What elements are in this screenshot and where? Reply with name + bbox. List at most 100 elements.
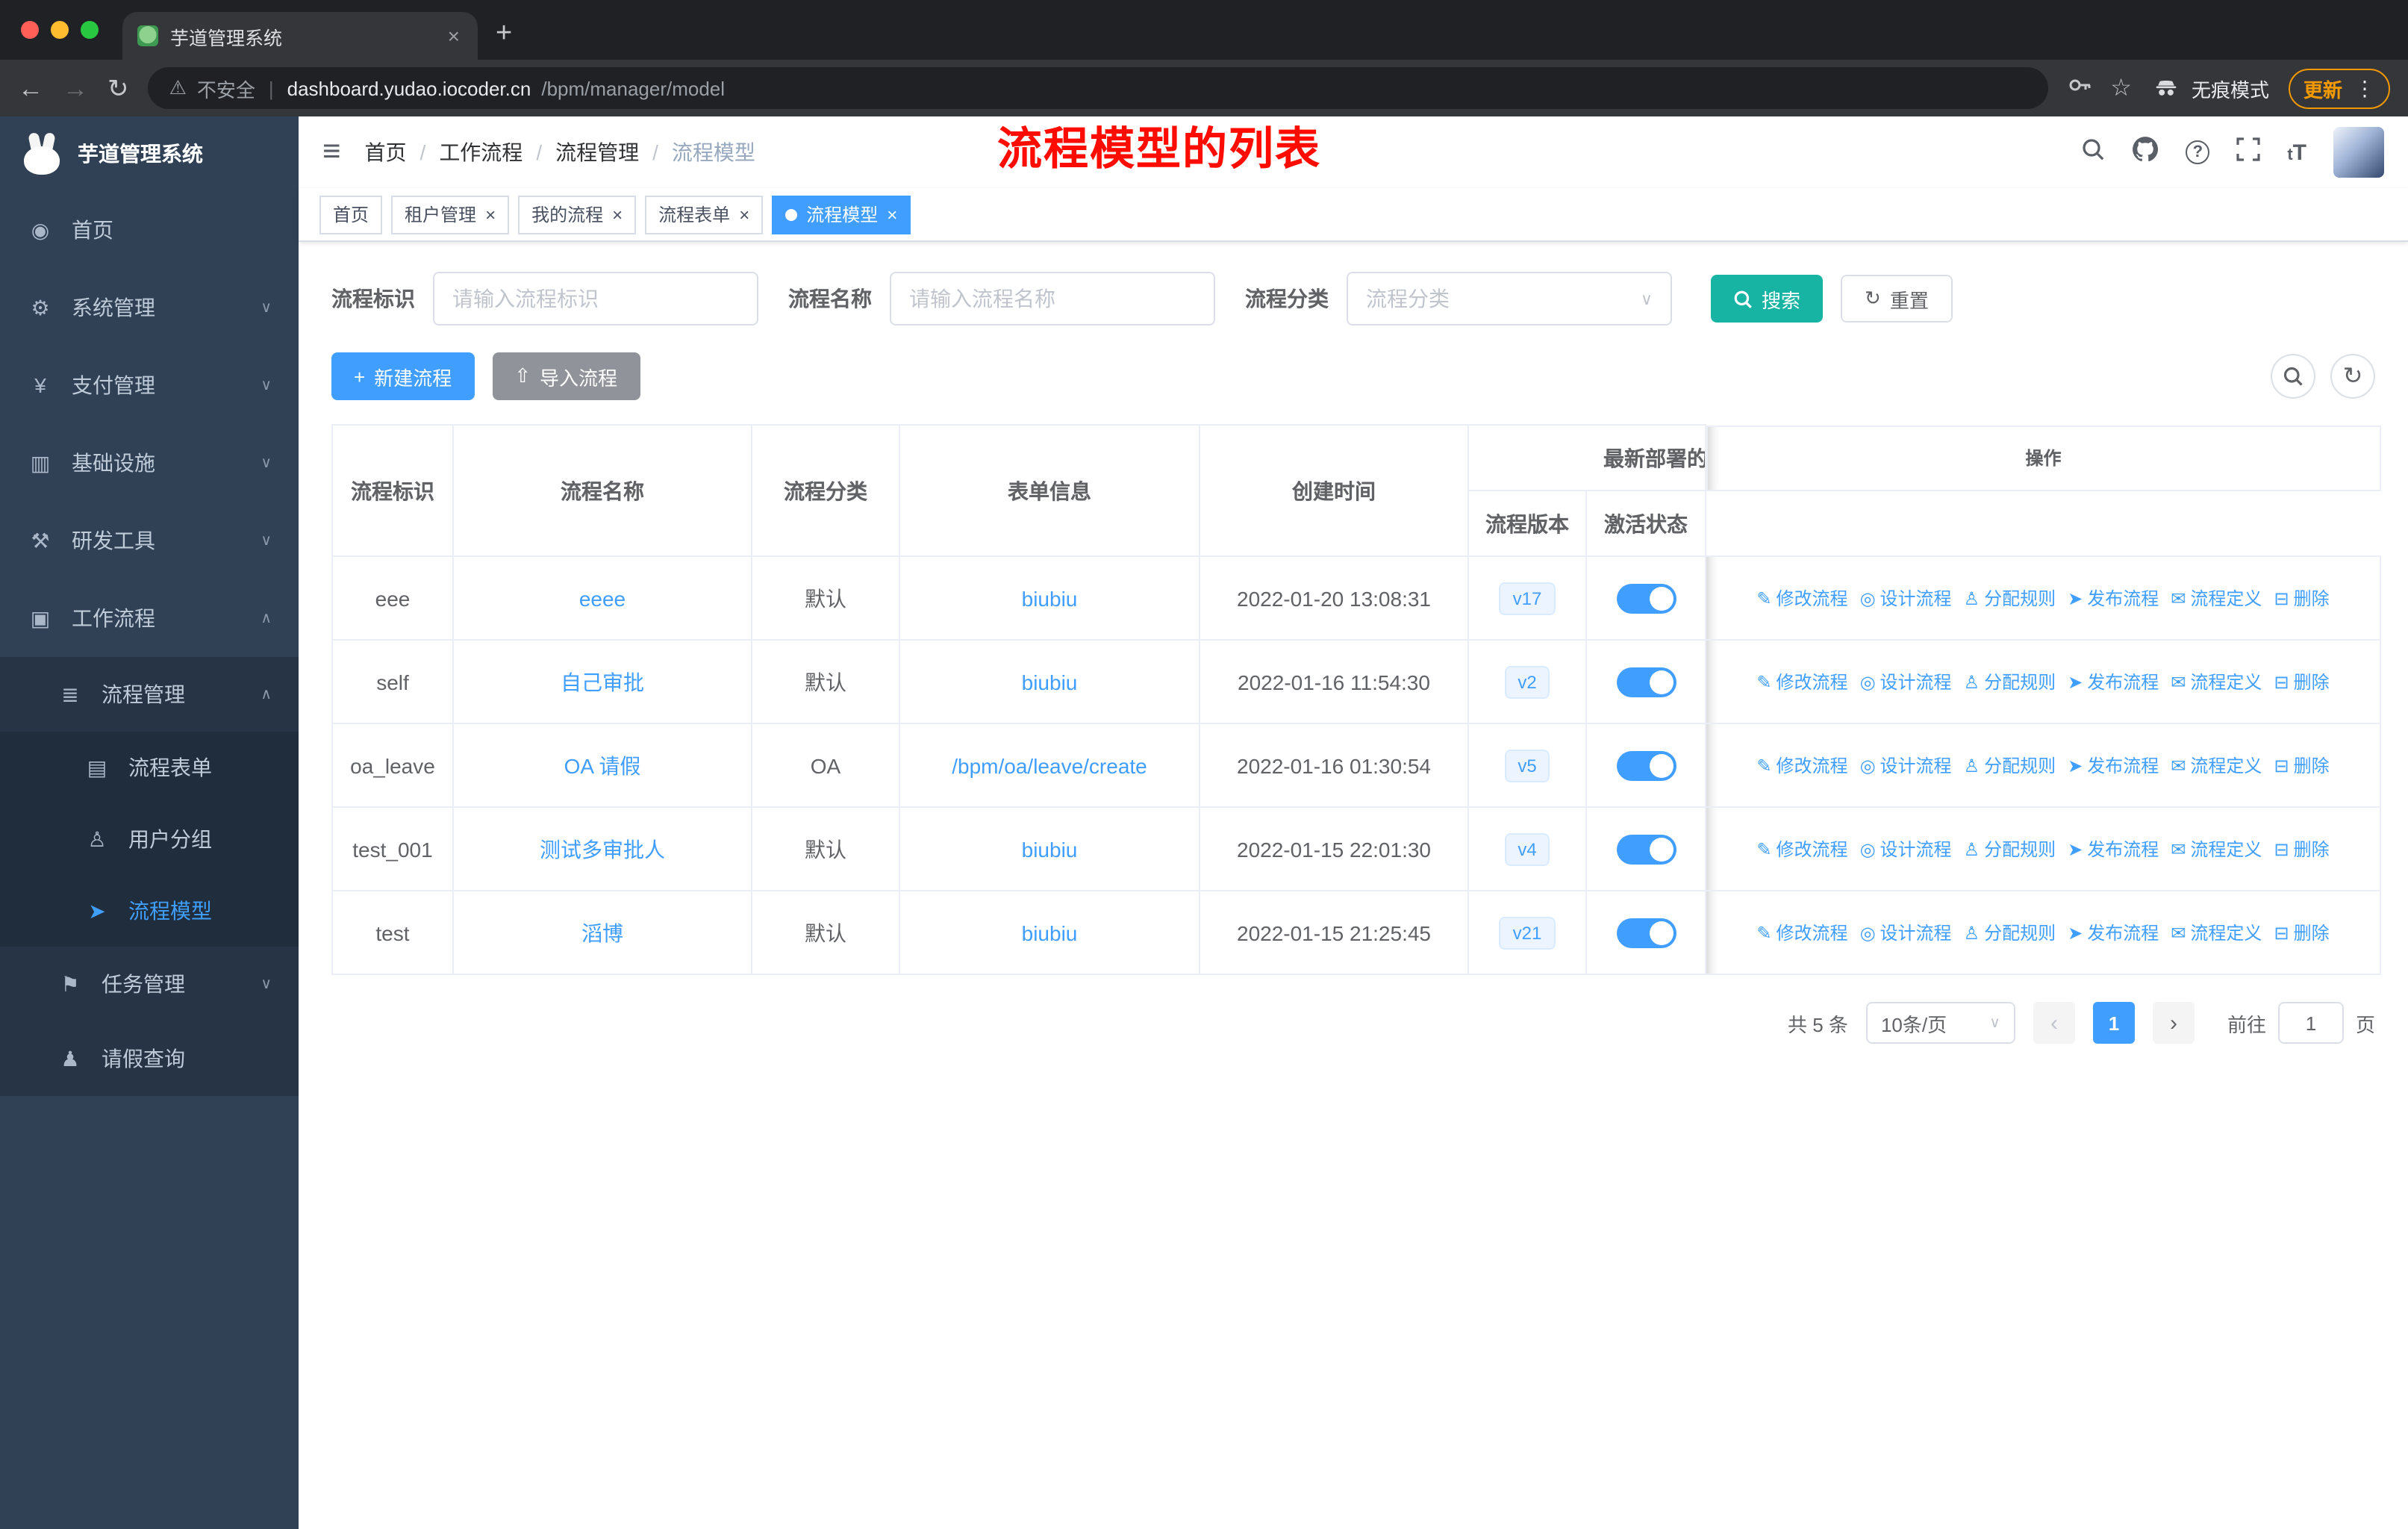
process-definition-link[interactable]: ✉ 流程定义: [2171, 836, 2262, 862]
tag-close-icon[interactable]: ×: [612, 204, 623, 225]
forward-icon[interactable]: →: [63, 75, 88, 101]
tag-close-icon[interactable]: ×: [887, 204, 897, 225]
process-definition-link[interactable]: ✉ 流程定义: [2171, 753, 2262, 778]
github-icon[interactable]: [2132, 135, 2159, 169]
modify-process-link[interactable]: ✎ 修改流程: [1756, 920, 1847, 945]
goto-page-input[interactable]: [2277, 1002, 2344, 1044]
sidebar-item-process-model[interactable]: ➤ 流程模型: [0, 875, 299, 947]
breadcrumb-process-management[interactable]: 流程管理: [523, 137, 639, 167]
hamburger-icon[interactable]: ≡: [322, 134, 341, 170]
sidebar-item-user-group[interactable]: ♙ 用户分组: [0, 803, 299, 875]
design-process-link[interactable]: ◎ 设计流程: [1860, 585, 1952, 611]
address-bar[interactable]: ⚠ 不安全 | dashboard.yudao.iocoder.cn/bpm/m…: [148, 67, 2048, 109]
tag-close-icon[interactable]: ×: [739, 204, 749, 225]
browser-menu-icon[interactable]: ⋮: [2354, 75, 2375, 101]
process-name-link[interactable]: 滔博: [581, 921, 623, 944]
assign-rule-link[interactable]: ♙ 分配规则: [1964, 753, 2056, 778]
user-avatar[interactable]: [2333, 127, 2384, 178]
process-id-input[interactable]: [433, 272, 758, 326]
form-info-link[interactable]: /bpm/oa/leave/create: [952, 753, 1147, 777]
reset-button[interactable]: ↻ 重置: [1841, 275, 1953, 323]
page-number-1[interactable]: 1: [2092, 1002, 2135, 1044]
publish-process-link[interactable]: ➤ 发布流程: [2068, 669, 2159, 694]
process-name-link[interactable]: eeee: [579, 586, 626, 610]
form-info-link[interactable]: biubiu: [1022, 586, 1078, 610]
delete-link[interactable]: ⊟ 删除: [2274, 753, 2329, 778]
active-toggle[interactable]: [1616, 583, 1676, 613]
sidebar-item-process-management[interactable]: ≣ 流程管理 ∧: [0, 657, 299, 732]
publish-process-link[interactable]: ➤ 发布流程: [2068, 585, 2159, 611]
browser-tab[interactable]: 芋道管理系统 ×: [122, 12, 478, 60]
tab-close-icon[interactable]: ×: [445, 24, 463, 48]
window-close-button[interactable]: [21, 21, 39, 39]
active-toggle[interactable]: [1616, 834, 1676, 864]
process-name-link[interactable]: 自己审批: [561, 670, 644, 694]
sidebar-item-devtools[interactable]: ⚒ 研发工具 ∨: [0, 502, 299, 579]
sidebar-item-workflow[interactable]: ▣ 工作流程 ∧: [0, 579, 299, 657]
page-size-select[interactable]: 10条/页 ∨: [1865, 1002, 2015, 1044]
update-button[interactable]: 更新 ⋮: [2288, 68, 2390, 108]
sidebar-item-infrastructure[interactable]: ▥ 基础设施 ∨: [0, 424, 299, 502]
reload-icon[interactable]: ↻: [107, 75, 129, 101]
process-definition-link[interactable]: ✉ 流程定义: [2171, 585, 2262, 611]
import-process-button[interactable]: ⇧ 导入流程: [492, 352, 640, 400]
tag-process-form[interactable]: 流程表单 ×: [645, 195, 764, 234]
design-process-link[interactable]: ◎ 设计流程: [1860, 920, 1952, 945]
delete-link[interactable]: ⊟ 删除: [2274, 669, 2329, 694]
modify-process-link[interactable]: ✎ 修改流程: [1756, 836, 1847, 862]
assign-rule-link[interactable]: ♙ 分配规则: [1964, 669, 2056, 694]
tag-close-icon[interactable]: ×: [485, 204, 496, 225]
breadcrumb-home[interactable]: 首页: [365, 137, 407, 167]
window-minimize-button[interactable]: [51, 21, 69, 39]
new-tab-button[interactable]: +: [496, 18, 512, 51]
tag-process-model[interactable]: 流程模型 ×: [772, 195, 911, 234]
prev-page-button[interactable]: ‹: [2033, 1002, 2075, 1044]
design-process-link[interactable]: ◎ 设计流程: [1860, 669, 1952, 694]
category-select[interactable]: 流程分类 ∨: [1347, 272, 1672, 326]
active-toggle[interactable]: [1616, 918, 1676, 947]
process-definition-link[interactable]: ✉ 流程定义: [2171, 920, 2262, 945]
delete-link[interactable]: ⊟ 删除: [2274, 920, 2329, 945]
delete-link[interactable]: ⊟ 删除: [2274, 585, 2329, 611]
form-info-link[interactable]: biubiu: [1022, 837, 1078, 861]
next-page-button[interactable]: ›: [2152, 1002, 2195, 1044]
tag-tenant-management[interactable]: 租户管理 ×: [391, 195, 510, 234]
text-size-icon[interactable]: tT: [2287, 140, 2306, 165]
sidebar-item-process-form[interactable]: ▤ 流程表单: [0, 732, 299, 803]
form-info-link[interactable]: biubiu: [1022, 921, 1078, 944]
process-name-input[interactable]: [890, 272, 1215, 326]
publish-process-link[interactable]: ➤ 发布流程: [2068, 753, 2159, 778]
app-logo[interactable]: 芋道管理系统: [0, 116, 299, 191]
create-process-button[interactable]: + 新建流程: [331, 352, 475, 400]
window-zoom-button[interactable]: [81, 21, 99, 39]
assign-rule-link[interactable]: ♙ 分配规则: [1964, 920, 2056, 945]
refresh-table-button[interactable]: ↻: [2330, 354, 2375, 399]
tag-home[interactable]: 首页: [319, 195, 383, 234]
assign-rule-link[interactable]: ♙ 分配规则: [1964, 836, 2056, 862]
form-info-link[interactable]: biubiu: [1022, 670, 1078, 694]
process-name-link[interactable]: 测试多审批人: [540, 837, 665, 861]
sidebar-item-system[interactable]: ⚙ 系统管理 ∨: [0, 269, 299, 346]
publish-process-link[interactable]: ➤ 发布流程: [2068, 836, 2159, 862]
process-name-link[interactable]: OA 请假: [564, 753, 641, 777]
delete-link[interactable]: ⊟ 删除: [2274, 836, 2329, 862]
publish-process-link[interactable]: ➤ 发布流程: [2068, 920, 2159, 945]
sidebar-item-payment[interactable]: ¥ 支付管理 ∨: [0, 346, 299, 424]
assign-rule-link[interactable]: ♙ 分配规则: [1964, 585, 2056, 611]
design-process-link[interactable]: ◎ 设计流程: [1860, 753, 1952, 778]
sidebar-item-home[interactable]: ◉ 首页: [0, 191, 299, 269]
active-toggle[interactable]: [1616, 750, 1676, 780]
back-icon[interactable]: ←: [18, 75, 43, 101]
show-search-button[interactable]: [2271, 354, 2315, 399]
bookmark-star-icon[interactable]: ☆: [2110, 73, 2132, 103]
search-button[interactable]: 搜索: [1711, 275, 1824, 323]
sidebar-item-leave-query[interactable]: ♟ 请假查询: [0, 1021, 299, 1096]
fullscreen-icon[interactable]: [2236, 137, 2260, 168]
active-toggle[interactable]: [1616, 667, 1676, 697]
design-process-link[interactable]: ◎ 设计流程: [1860, 836, 1952, 862]
sidebar-item-task-management[interactable]: ⚑ 任务管理 ∨: [0, 947, 299, 1021]
modify-process-link[interactable]: ✎ 修改流程: [1756, 753, 1847, 778]
modify-process-link[interactable]: ✎ 修改流程: [1756, 585, 1847, 611]
key-icon[interactable]: [2067, 72, 2091, 104]
modify-process-link[interactable]: ✎ 修改流程: [1756, 669, 1847, 694]
